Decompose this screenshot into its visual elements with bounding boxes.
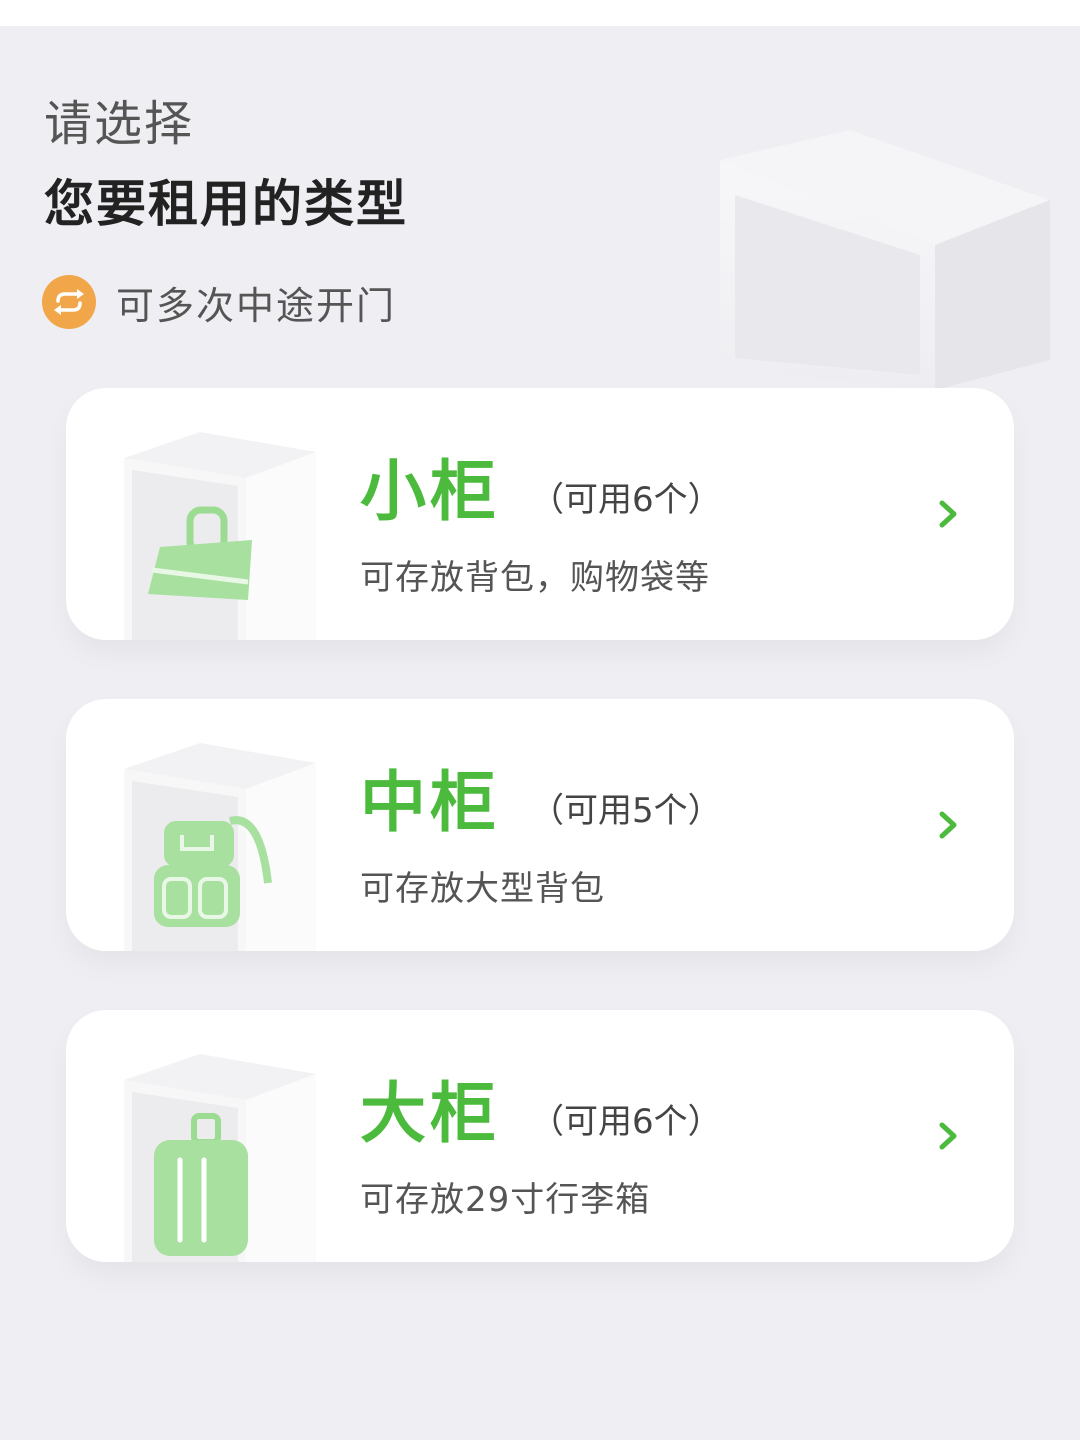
- cabinet-name: 小柜: [360, 453, 500, 530]
- cabinet-availability: （可用6个）: [530, 480, 722, 520]
- chevron-right-icon[interactable]: [934, 1118, 962, 1154]
- page-heading-line1: 请选择: [44, 96, 195, 152]
- cabinet-availability: （可用5个）: [530, 791, 722, 831]
- cabinet-description: 可存放大型背包: [360, 869, 605, 909]
- decorative-cabinet-graphic: [720, 130, 1050, 390]
- large-cabinet-illustration: [124, 1054, 316, 1262]
- cabinet-name: 中柜: [360, 764, 500, 841]
- top-bar: [0, 0, 1080, 26]
- chevron-right-icon[interactable]: [934, 807, 962, 843]
- medium-cabinet-illustration: [124, 743, 316, 951]
- feature-text: 可多次中途开门: [116, 283, 397, 328]
- page-heading-line2: 您要租用的类型: [44, 175, 408, 233]
- cabinet-description: 可存放背包，购物袋等: [360, 558, 710, 598]
- cabinet-description: 可存放29寸行李箱: [360, 1180, 651, 1220]
- cabinet-availability: （可用6个）: [530, 1102, 722, 1142]
- feature-note: 可多次中途开门: [42, 274, 396, 330]
- cabinet-card-large[interactable]: 大柜 （可用6个） 可存放29寸行李箱: [66, 1010, 1014, 1262]
- cabinet-card-small[interactable]: 小柜 （可用6个） 可存放背包，购物袋等: [66, 388, 1014, 640]
- chevron-right-icon[interactable]: [934, 496, 962, 532]
- cabinet-card-medium[interactable]: 中柜 （可用5个） 可存放大型背包: [66, 699, 1014, 951]
- small-cabinet-illustration: [124, 432, 316, 640]
- cabinet-name: 大柜: [360, 1075, 500, 1152]
- refresh-icon: [42, 275, 96, 329]
